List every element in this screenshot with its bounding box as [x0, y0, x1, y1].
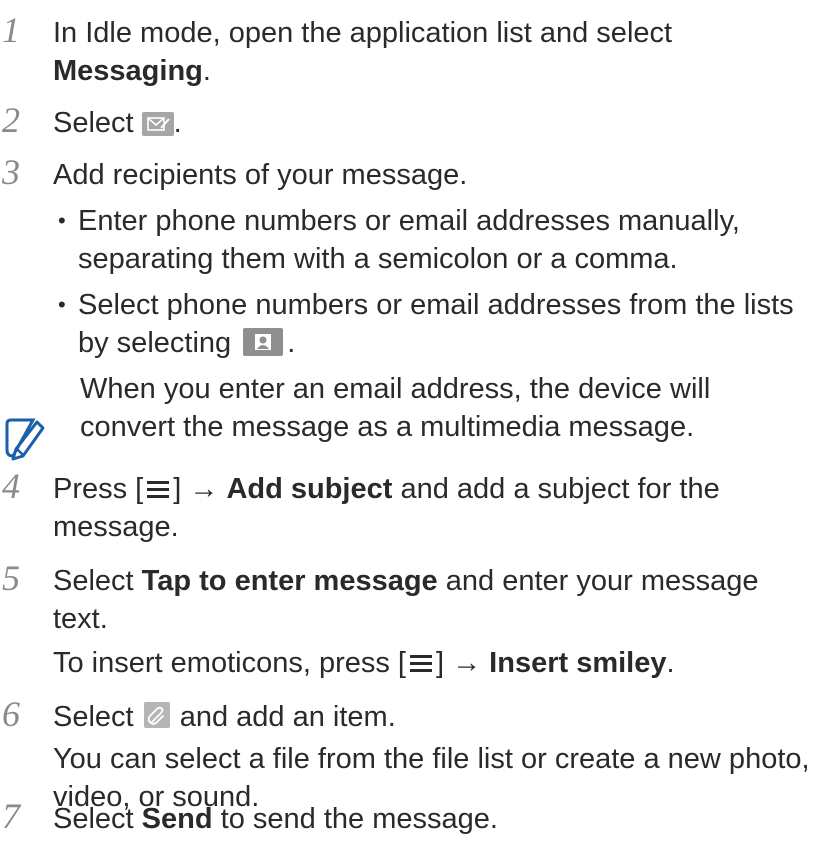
- field-name: Tap to enter message: [141, 565, 438, 597]
- bullet-mark: •: [58, 292, 66, 317]
- menu-key-icon: [406, 646, 436, 672]
- step-number: 4: [2, 466, 20, 506]
- step-text: In Idle mode, open the application list …: [53, 17, 673, 49]
- step-number: 3: [2, 152, 20, 192]
- step-number: 5: [2, 558, 20, 598]
- menu-option: Add subject: [226, 473, 393, 505]
- menu-key-icon: [143, 472, 173, 498]
- step-number: 6: [2, 694, 20, 734]
- contacts-icon: [243, 328, 284, 356]
- bullet-mark: •: [58, 208, 66, 233]
- compose-envelope-icon: [141, 112, 174, 136]
- step-text: Add recipients of your message.: [53, 159, 468, 191]
- step-number: 2: [2, 100, 20, 140]
- send-option: Send: [141, 803, 213, 835]
- menu-option: Insert smiley: [489, 647, 667, 679]
- app-name: Messaging: [53, 55, 203, 87]
- step-number: 1: [2, 10, 20, 50]
- paperclip-icon: [143, 702, 170, 728]
- note-pencil-icon: [5, 418, 45, 461]
- step-number: 7: [2, 796, 20, 836]
